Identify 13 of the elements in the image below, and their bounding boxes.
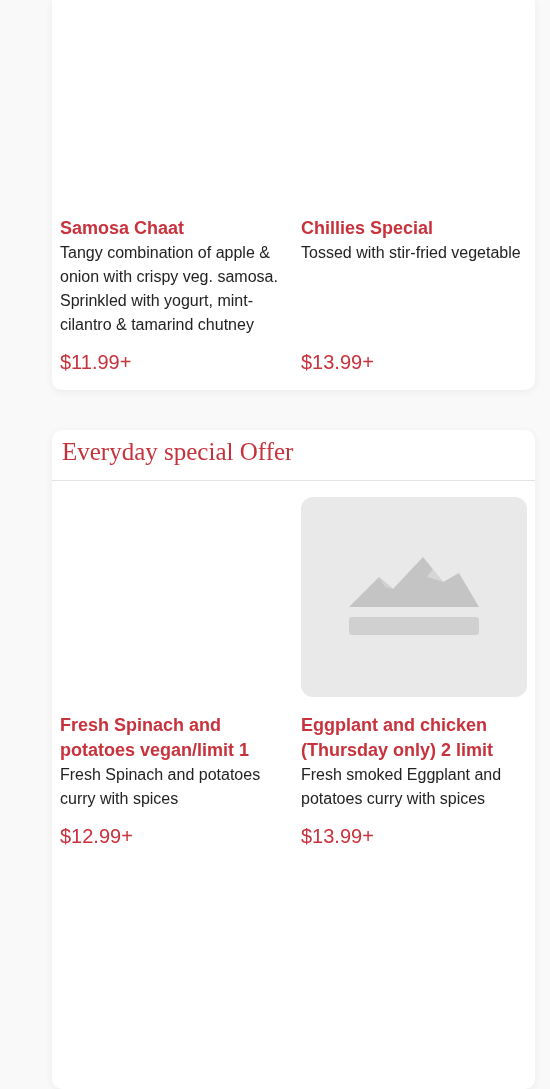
dish-description: Fresh Spinach and potatoes curry with spices (60, 765, 262, 809)
dish-price: $12.99+ (60, 825, 134, 848)
dish-price: $13.99+ (301, 351, 375, 374)
dish-description: Tossed with stir-fried vegetable (301, 243, 522, 263)
dish-name[interactable]: Samosa Chaat (60, 216, 286, 241)
dish-name[interactable]: Eggplant and chicken (Thursday only) 2 limit (301, 713, 527, 763)
dish-name[interactable]: Chillies Special (301, 216, 527, 241)
dish-name[interactable]: Fresh Spinach and potatoes vegan/limit 1 (60, 713, 286, 763)
dish-description: Tangy combination of apple & onion with crispy veg. samosa. Sprinkled with yogurt, mint-cilantro & tamarind chutney (60, 243, 279, 335)
dish-price: $13.99+ (301, 825, 375, 848)
dish-description: Fresh smoked Eggplant and potatoes curry with spices (301, 765, 503, 809)
section-title: Everyday special Offer (62, 438, 295, 466)
dish-price: $11.99+ (60, 351, 133, 374)
